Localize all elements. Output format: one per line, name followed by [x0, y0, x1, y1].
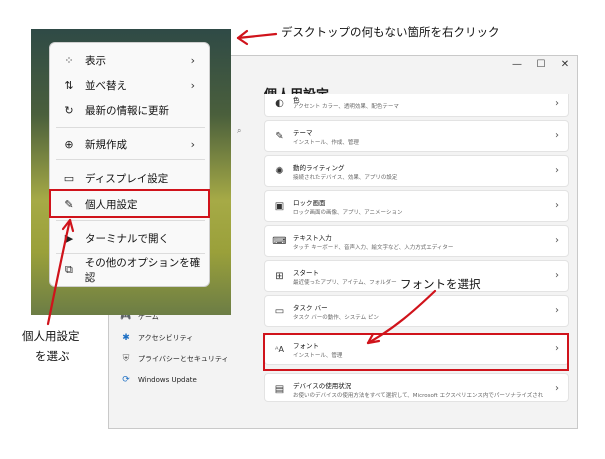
arrow-to-personalize: [46, 218, 72, 326]
arrow-to-fonts: [366, 289, 437, 345]
annotation-arrows: [46, 29, 437, 345]
